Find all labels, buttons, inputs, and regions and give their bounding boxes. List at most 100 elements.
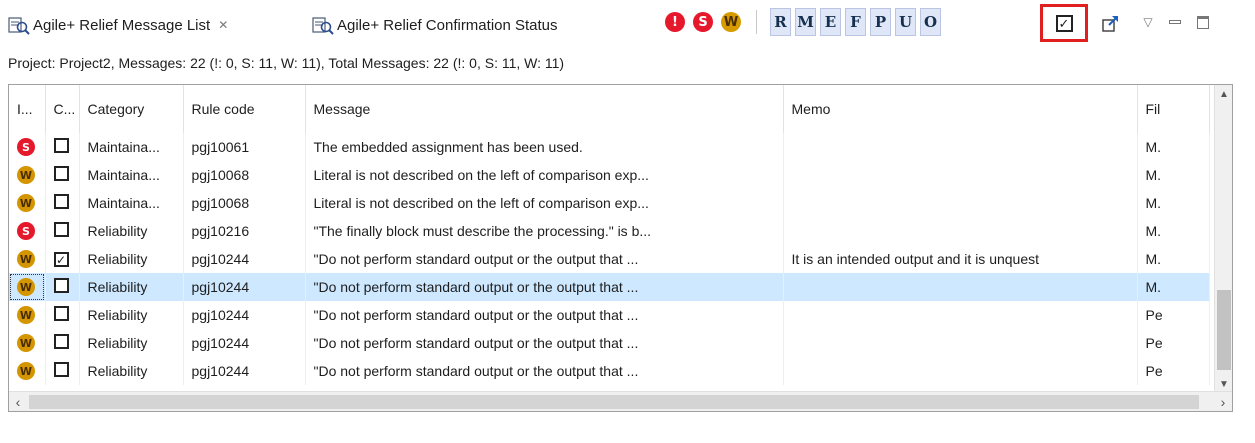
- table-row[interactable]: W Maintaina... pgj10068 Literal is not desc…: [9, 161, 1210, 189]
- memo-cell[interactable]: [783, 161, 1138, 189]
- memo-cell[interactable]: [783, 301, 1138, 329]
- confirmed-checkbox[interactable]: [53, 166, 69, 181]
- table-header: I... C... Category Rule code Message Mem…: [9, 85, 1210, 133]
- view-menu-button[interactable]: ▽: [1137, 10, 1159, 34]
- scroll-right-icon[interactable]: ›: [1214, 392, 1232, 411]
- memo-cell[interactable]: [783, 217, 1138, 245]
- importance-cell: S: [9, 133, 46, 161]
- category-cell: Reliability: [79, 273, 184, 301]
- filter-category-f-button[interactable]: F: [845, 8, 866, 36]
- table-row[interactable]: W ✓ Reliability pgj10244 "Do not perform sta…: [9, 245, 1210, 273]
- memo-cell[interactable]: [783, 189, 1138, 217]
- table-row[interactable]: W Reliability pgj10244 "Do not perform stan…: [9, 329, 1210, 357]
- filter-category-u-button[interactable]: U: [895, 8, 916, 36]
- filter-category-m-button[interactable]: M: [795, 8, 816, 36]
- confirmed-checkbox[interactable]: [53, 222, 69, 237]
- close-icon[interactable]: ✕: [218, 18, 228, 32]
- column-header-rule-code[interactable]: Rule code: [183, 85, 306, 133]
- warning-severity-icon: W: [17, 334, 35, 353]
- filter-warning-button[interactable]: W: [718, 8, 744, 36]
- vertical-scroll-thumb[interactable]: [1217, 290, 1231, 370]
- filter-category-o-button[interactable]: O: [920, 8, 941, 36]
- importance-cell: W: [9, 357, 46, 385]
- importance-cell: S: [9, 217, 46, 245]
- category-cell: Maintaina...: [79, 189, 184, 217]
- rule-code-cell: pgj10244: [183, 273, 306, 301]
- filter-category-e-button[interactable]: E: [820, 8, 841, 36]
- scroll-left-icon[interactable]: ‹: [9, 392, 27, 411]
- file-cell: M.: [1137, 217, 1210, 245]
- rule-code-cell: pgj10068: [183, 161, 306, 189]
- message-summary: Project: Project2, Messages: 22 (!: 0, S…: [8, 55, 565, 71]
- memo-cell[interactable]: [783, 329, 1138, 357]
- table-row[interactable]: W Reliability pgj10244 "Do not perform stan…: [9, 301, 1210, 329]
- rule-code-cell: pgj10061: [183, 133, 306, 161]
- table-row[interactable]: W Reliability pgj10244 "Do not perform stan…: [9, 357, 1210, 385]
- memo-cell[interactable]: [783, 357, 1138, 385]
- message-list-view: Agile+ Relief Message List ✕ Agile+ Reli…: [0, 0, 1255, 443]
- confirmed-checkbox[interactable]: [53, 362, 69, 377]
- file-cell: Pe: [1137, 329, 1210, 357]
- confirmed-cell: ✓: [45, 245, 80, 273]
- vertical-scrollbar[interactable]: ▲ ▼: [1214, 85, 1232, 393]
- filter-category-p-button[interactable]: P: [870, 8, 891, 36]
- confirmed-checkbox[interactable]: [53, 194, 69, 209]
- warning-severity-icon: W: [17, 278, 35, 297]
- column-header-importance[interactable]: I...: [9, 85, 46, 133]
- file-cell: M.: [1137, 273, 1210, 301]
- column-header-confirmed[interactable]: C...: [45, 85, 80, 133]
- rule-code-cell: pgj10244: [183, 357, 306, 385]
- memo-cell[interactable]: [783, 273, 1138, 301]
- filter-important-button[interactable]: !: [662, 8, 688, 36]
- confirmed-cell: [45, 329, 80, 357]
- column-header-memo[interactable]: Memo: [783, 85, 1138, 133]
- column-header-category[interactable]: Category: [79, 85, 184, 133]
- maximize-icon: [1197, 15, 1209, 29]
- maximize-button[interactable]: [1192, 10, 1214, 34]
- confirmed-checkbox[interactable]: [53, 138, 69, 153]
- confirmed-cell: [45, 301, 80, 329]
- table-row[interactable]: S Maintaina... pgj10061 The embedded assign…: [9, 133, 1210, 161]
- filter-serious-button[interactable]: S: [690, 8, 716, 36]
- tab-message-list-label: Agile+ Relief Message List: [33, 16, 211, 34]
- column-header-message[interactable]: Message: [305, 85, 784, 133]
- rule-code-cell: pgj10244: [183, 245, 306, 273]
- confirmed-checkbox[interactable]: [53, 278, 69, 293]
- importance-cell: W: [9, 301, 46, 329]
- rule-code-cell: pgj10216: [183, 217, 306, 245]
- file-cell: Pe: [1137, 357, 1210, 385]
- scroll-up-icon[interactable]: ▲: [1215, 85, 1232, 103]
- export-button[interactable]: [1098, 10, 1124, 36]
- warning-severity-icon: W: [17, 306, 35, 325]
- confirmed-checkbox[interactable]: [53, 306, 69, 321]
- warning-severity-icon: W: [17, 194, 35, 213]
- table-row[interactable]: W Reliability pgj10244 "Do not perform stan…: [9, 273, 1210, 301]
- rule-code-cell: pgj10068: [183, 189, 306, 217]
- chevron-down-icon: ▽: [1143, 15, 1153, 29]
- message-cell: "The finally block must describe the pro…: [305, 217, 784, 245]
- importance-cell: W: [9, 161, 46, 189]
- minimize-button[interactable]: [1164, 10, 1186, 34]
- category-cell: Maintaina...: [79, 161, 184, 189]
- rule-code-cell: pgj10244: [183, 329, 306, 357]
- confirmed-cell: [45, 133, 80, 161]
- table-row[interactable]: W Maintaina... pgj10068 Literal is not desc…: [9, 189, 1210, 217]
- confirm-button[interactable]: ✓: [1040, 4, 1088, 42]
- serious-severity-icon: S: [17, 138, 35, 157]
- memo-cell[interactable]: It is an intended output and it is unque…: [783, 245, 1138, 273]
- file-cell: M.: [1137, 161, 1210, 189]
- confirmed-checkbox[interactable]: [53, 334, 69, 349]
- table-row[interactable]: S Reliability pgj10216 "The finally block m…: [9, 217, 1210, 245]
- horizontal-scroll-thumb[interactable]: [29, 395, 1199, 409]
- filter-category-r-button[interactable]: R: [770, 8, 791, 36]
- column-header-file[interactable]: Fil: [1137, 85, 1210, 133]
- memo-cell[interactable]: [783, 133, 1138, 161]
- tab-confirmation-status[interactable]: Agile+ Relief Confirmation Status: [308, 8, 638, 42]
- horizontal-scrollbar[interactable]: ‹ ›: [9, 391, 1232, 411]
- warning-severity-icon: W: [17, 250, 35, 269]
- category-cell: Reliability: [79, 357, 184, 385]
- confirmed-checkbox[interactable]: ✓: [53, 252, 69, 268]
- tab-message-list[interactable]: Agile+ Relief Message List ✕: [0, 8, 306, 42]
- category-cell: Reliability: [79, 329, 184, 357]
- rule-code-cell: pgj10244: [183, 301, 306, 329]
